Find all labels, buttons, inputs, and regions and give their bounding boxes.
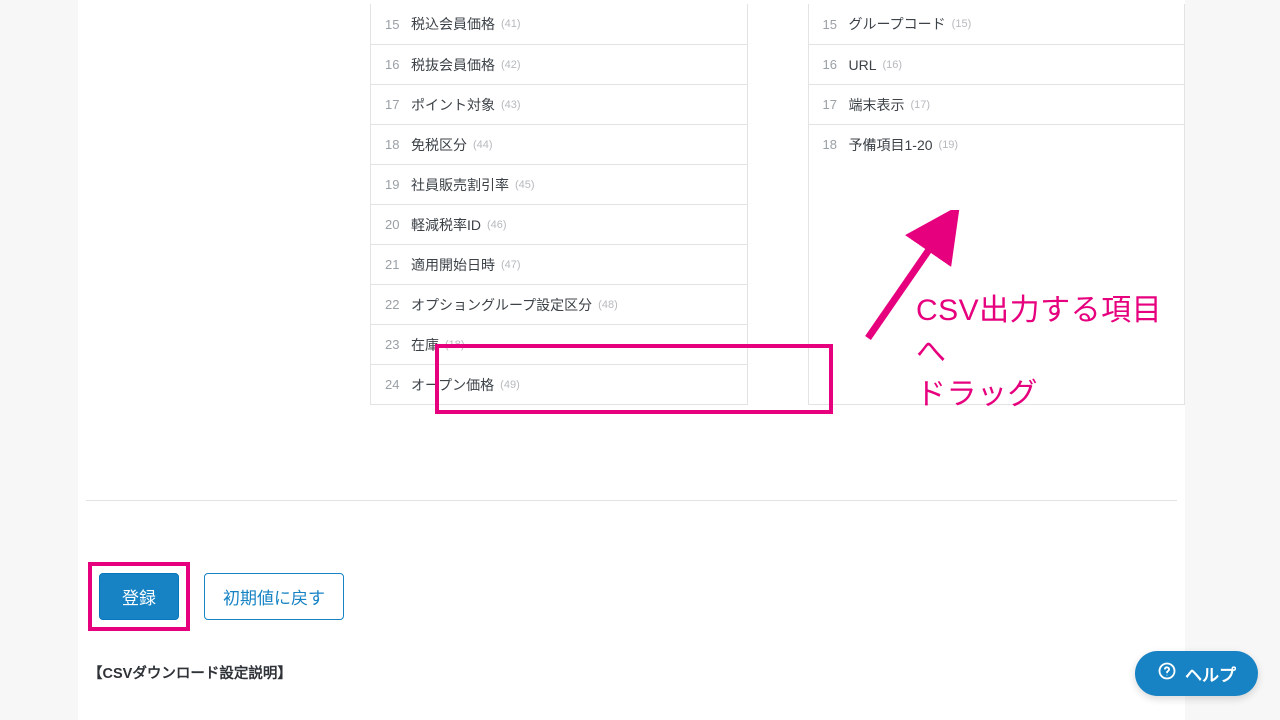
item-label: 予備項目1-20 bbox=[849, 135, 933, 155]
register-button[interactable]: 登録 bbox=[99, 573, 179, 620]
item-index: 15 bbox=[823, 17, 849, 32]
help-label: ヘルプ bbox=[1185, 661, 1236, 686]
list-item[interactable]: 19 社員販売割引率 (45) bbox=[371, 164, 747, 204]
item-index: 16 bbox=[385, 57, 411, 72]
register-button-highlight: 登録 bbox=[88, 562, 190, 631]
selected-fields-list[interactable]: 15 グループコード (15) 16 URL (16) 17 端末表示 (17)… bbox=[808, 4, 1186, 405]
help-icon bbox=[1157, 661, 1177, 686]
item-paren: (15) bbox=[952, 18, 972, 30]
item-label: 社員販売割引率 bbox=[411, 175, 509, 195]
list-item[interactable]: 15 税込会員価格 (41) bbox=[371, 4, 747, 44]
list-item[interactable]: 18 免税区分 (44) bbox=[371, 124, 747, 164]
item-paren: (46) bbox=[487, 219, 507, 231]
list-item[interactable]: 16 税抜会員価格 (42) bbox=[371, 44, 747, 84]
item-index: 16 bbox=[823, 57, 849, 72]
item-paren: (43) bbox=[501, 99, 521, 111]
item-label: 税抜会員価格 bbox=[411, 55, 495, 75]
item-index: 19 bbox=[385, 177, 411, 192]
item-index: 21 bbox=[385, 257, 411, 272]
reset-button[interactable]: 初期値に戻す bbox=[204, 573, 344, 620]
item-index: 22 bbox=[385, 297, 411, 312]
item-label: URL bbox=[849, 57, 877, 73]
item-label: ポイント対象 bbox=[411, 95, 495, 115]
item-paren: (19) bbox=[939, 139, 959, 151]
item-index: 23 bbox=[385, 337, 411, 352]
help-button[interactable]: ヘルプ bbox=[1135, 651, 1258, 696]
item-index: 15 bbox=[385, 17, 411, 32]
list-item[interactable]: 18 予備項目1-20 (19) bbox=[809, 124, 1185, 164]
item-paren: (41) bbox=[501, 18, 521, 30]
item-label: 軽減税率ID bbox=[411, 215, 481, 235]
list-item[interactable]: 21 適用開始日時 (47) bbox=[371, 244, 747, 284]
item-index: 18 bbox=[823, 137, 849, 152]
list-item[interactable]: 17 端末表示 (17) bbox=[809, 84, 1185, 124]
item-label: 端末表示 bbox=[849, 95, 905, 115]
item-paren: (49) bbox=[500, 379, 520, 391]
item-label: 在庫 bbox=[411, 335, 439, 355]
item-label: オープン価格 bbox=[411, 375, 494, 395]
available-fields-list[interactable]: 15 税込会員価格 (41) 16 税抜会員価格 (42) 17 ポイント対象 … bbox=[370, 4, 748, 405]
item-paren: (18) bbox=[445, 339, 465, 351]
item-index: 20 bbox=[385, 217, 411, 232]
item-paren: (17) bbox=[911, 99, 931, 111]
item-label: 適用開始日時 bbox=[411, 255, 495, 275]
item-index: 18 bbox=[385, 137, 411, 152]
item-paren: (48) bbox=[598, 299, 618, 311]
list-item[interactable]: 20 軽減税率ID (46) bbox=[371, 204, 747, 244]
item-label: オプショングループ設定区分 bbox=[411, 295, 592, 315]
list-item-zaiko[interactable]: 23 在庫 (18) bbox=[371, 324, 747, 364]
item-paren: (47) bbox=[501, 259, 521, 271]
item-paren: (45) bbox=[515, 179, 535, 191]
item-label: グループコード bbox=[849, 14, 946, 34]
item-index: 17 bbox=[385, 97, 411, 112]
list-item[interactable]: 17 ポイント対象 (43) bbox=[371, 84, 747, 124]
item-label: 免税区分 bbox=[411, 135, 467, 155]
list-item[interactable]: 16 URL (16) bbox=[809, 44, 1185, 84]
list-item[interactable]: 22 オプショングループ設定区分 (48) bbox=[371, 284, 747, 324]
item-paren: (44) bbox=[473, 139, 493, 151]
divider bbox=[86, 500, 1177, 501]
item-paren: (42) bbox=[501, 59, 521, 71]
item-paren: (16) bbox=[883, 59, 903, 71]
list-item[interactable]: 24 オープン価格 (49) bbox=[371, 364, 747, 404]
item-label: 税込会員価格 bbox=[411, 14, 495, 34]
list-item[interactable]: 15 グループコード (15) bbox=[809, 4, 1185, 44]
section-title: 【CSVダウンロード設定説明】 bbox=[88, 662, 292, 683]
item-index: 17 bbox=[823, 97, 849, 112]
item-index: 24 bbox=[385, 377, 411, 392]
